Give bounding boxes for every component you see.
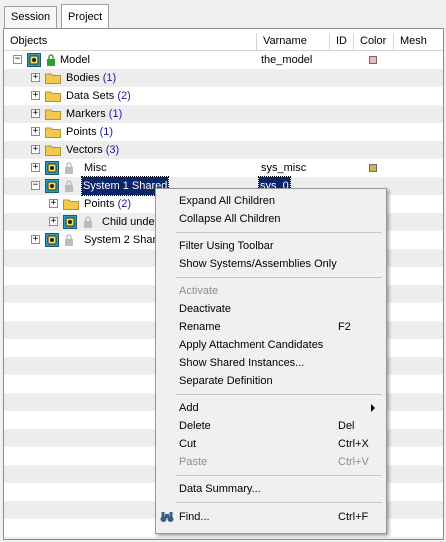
tab-session[interactable]: Session bbox=[4, 6, 58, 28]
lock-icon[interactable] bbox=[64, 162, 74, 174]
folder-icon bbox=[45, 109, 61, 120]
expand-icon[interactable]: + bbox=[31, 163, 40, 172]
menu-item-cut[interactable]: Cut Ctrl+X bbox=[156, 435, 386, 453]
tree-label-system1-points: Points (2) bbox=[84, 198, 132, 210]
column-mesh[interactable]: Mesh bbox=[394, 33, 443, 50]
folder-icon bbox=[45, 127, 61, 138]
expand-icon[interactable]: + bbox=[31, 235, 40, 244]
system-icon bbox=[45, 161, 59, 175]
expand-icon[interactable]: + bbox=[49, 217, 58, 226]
menu-item-show-systems[interactable]: Show Systems/Assemblies Only bbox=[156, 255, 386, 273]
folder-icon bbox=[45, 91, 61, 102]
menu-item-deactivate[interactable]: Deactivate bbox=[156, 300, 386, 318]
folder-icon bbox=[45, 145, 61, 156]
tree-label-datasets: Data Sets (2) bbox=[66, 90, 131, 102]
tree-row-model[interactable]: − Model the_model bbox=[4, 51, 443, 69]
color-swatch-model[interactable] bbox=[369, 56, 377, 64]
menu-separator bbox=[176, 475, 382, 476]
expand-icon[interactable]: + bbox=[31, 91, 40, 100]
menu-separator bbox=[176, 394, 382, 395]
menu-item-separate-definition[interactable]: Separate Definition bbox=[156, 372, 386, 390]
tree-row-vectors[interactable]: + Vectors (3) bbox=[4, 141, 443, 159]
menu-separator bbox=[176, 502, 382, 503]
menu-item-data-summary[interactable]: Data Summary... bbox=[156, 480, 386, 498]
color-swatch-misc[interactable] bbox=[369, 164, 377, 172]
tree-row-bodies[interactable]: + Bodies (1) bbox=[4, 69, 443, 87]
expand-icon[interactable]: + bbox=[31, 109, 40, 118]
menu-item-add[interactable]: Add bbox=[156, 399, 386, 417]
system-icon bbox=[45, 233, 59, 247]
tree-label-misc: Misc bbox=[84, 162, 107, 174]
expand-icon[interactable]: + bbox=[31, 73, 40, 82]
tree-row-misc[interactable]: + Misc sys_misc bbox=[4, 159, 443, 177]
column-header: Objects Varname ID Color Mesh bbox=[4, 33, 443, 51]
folder-icon bbox=[63, 199, 79, 210]
lock-icon[interactable] bbox=[64, 180, 74, 192]
submenu-arrow-icon bbox=[371, 404, 375, 412]
binoculars-icon bbox=[160, 512, 174, 522]
column-color[interactable]: Color bbox=[354, 33, 394, 50]
menu-item-delete[interactable]: Delete Del bbox=[156, 417, 386, 435]
tree-label-model: Model bbox=[60, 54, 90, 66]
tree-label-points: Points (1) bbox=[66, 126, 114, 138]
column-id[interactable]: ID bbox=[330, 33, 354, 50]
menu-item-apply-attachment[interactable]: Apply Attachment Candidates bbox=[156, 336, 386, 354]
tree-row-markers[interactable]: + Markers (1) bbox=[4, 105, 443, 123]
lock-icon[interactable] bbox=[46, 54, 56, 66]
menu-item-show-shared[interactable]: Show Shared Instances... bbox=[156, 354, 386, 372]
menu-separator bbox=[176, 277, 382, 278]
menu-item-rename[interactable]: Rename F2 bbox=[156, 318, 386, 336]
tree-label-bodies: Bodies (1) bbox=[66, 72, 117, 84]
tree-row-datasets[interactable]: + Data Sets (2) bbox=[4, 87, 443, 105]
tree-label-system2: System 2 Share bbox=[84, 234, 163, 246]
tab-project[interactable]: Project bbox=[61, 4, 110, 29]
expand-icon[interactable]: + bbox=[31, 127, 40, 136]
expand-icon[interactable]: + bbox=[31, 145, 40, 154]
varname-misc: sys_misc bbox=[261, 162, 307, 174]
menu-separator bbox=[176, 232, 382, 233]
menu-item-expand-all[interactable]: Expand All Children bbox=[156, 192, 386, 210]
collapse-icon[interactable]: − bbox=[13, 55, 22, 64]
column-varname[interactable]: Varname bbox=[257, 33, 330, 50]
system-icon bbox=[63, 215, 77, 229]
context-menu: Expand All Children Collapse All Childre… bbox=[155, 188, 387, 534]
varname-model: the_model bbox=[261, 54, 313, 66]
tab-bar: Session Project bbox=[0, 0, 446, 29]
folder-icon bbox=[45, 73, 61, 84]
tree-label-child: Child under bbox=[102, 216, 159, 228]
menu-item-collapse-all[interactable]: Collapse All Children bbox=[156, 210, 386, 228]
expand-icon[interactable]: + bbox=[49, 199, 58, 208]
collapse-icon[interactable]: − bbox=[31, 181, 40, 190]
lock-icon[interactable] bbox=[83, 216, 93, 228]
system-icon bbox=[45, 179, 59, 193]
menu-item-filter-toolbar[interactable]: Filter Using Toolbar bbox=[156, 237, 386, 255]
menu-item-paste: Paste Ctrl+V bbox=[179, 456, 369, 468]
row-stripe bbox=[4, 537, 443, 539]
model-icon bbox=[27, 53, 41, 67]
menu-item-find[interactable]: Find... Ctrl+F bbox=[156, 508, 386, 526]
tree-label-vectors: Vectors (3) bbox=[66, 144, 120, 156]
tree-row-points[interactable]: + Points (1) bbox=[4, 123, 443, 141]
menu-item-activate: Activate bbox=[179, 285, 219, 297]
lock-icon[interactable] bbox=[64, 234, 74, 246]
tree-label-markers: Markers (1) bbox=[66, 108, 123, 120]
column-objects[interactable]: Objects bbox=[4, 33, 257, 50]
